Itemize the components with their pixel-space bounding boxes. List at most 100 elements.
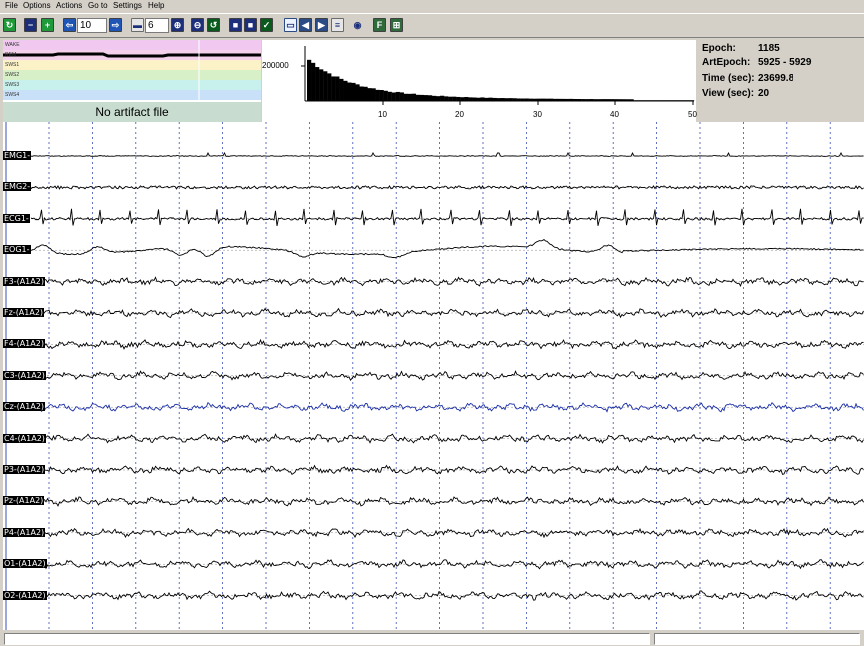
fit-icon[interactable]: F xyxy=(373,18,386,32)
hist-bar xyxy=(681,100,687,101)
view-label: View (sec): xyxy=(702,88,755,99)
hist-bar xyxy=(605,99,610,101)
stage-label-sws3: SWS3 xyxy=(5,82,20,88)
arrow-right-icon[interactable]: ⇨ xyxy=(109,18,122,32)
shrink-icon[interactable]: − xyxy=(24,18,37,32)
channel-label[interactable]: F4-(A1A2) xyxy=(3,339,45,349)
hist-bar xyxy=(685,100,691,101)
hist-bar xyxy=(307,59,312,101)
hist-bar xyxy=(565,98,570,101)
channel-label[interactable]: P4-(A1A2) xyxy=(3,527,46,537)
page-icon[interactable]: ▭ xyxy=(284,18,297,32)
hist-bar xyxy=(371,88,376,101)
channel-trace xyxy=(30,433,864,444)
arrow-left-icon[interactable]: ⇦ xyxy=(63,18,76,32)
document-icon[interactable]: ≡ xyxy=(331,18,344,32)
hist-bar xyxy=(452,96,457,101)
hist-bar xyxy=(323,71,328,101)
hist-bar xyxy=(431,95,437,101)
signal-viewer[interactable]: EMG1- EMG2- ECG1- EOG1- F3-(A1A2) Fz-(A1A2) F4… xyxy=(3,122,864,630)
hist-bar xyxy=(661,100,666,101)
hist-bar xyxy=(569,98,574,101)
prev-icon[interactable]: ◀ xyxy=(299,18,312,32)
menu-file[interactable]: File xyxy=(5,0,18,11)
hist-bar xyxy=(613,99,618,101)
epoch-value: 1185 xyxy=(758,43,780,54)
hist-bar xyxy=(427,95,433,101)
hist-bar xyxy=(476,97,481,101)
mark-icon[interactable]: ■ xyxy=(229,18,242,32)
grid-icon[interactable]: ⊞ xyxy=(390,18,403,32)
hist-bar xyxy=(419,94,425,101)
hist-bar xyxy=(403,93,408,101)
channel-label[interactable]: EMG1- xyxy=(3,151,32,160)
hist-bar xyxy=(536,98,542,101)
hist-bar xyxy=(359,86,364,101)
channel-label[interactable]: O1-(A1A2) xyxy=(3,559,47,569)
eye-icon[interactable]: ◉ xyxy=(351,18,364,32)
accept-icon[interactable]: ✓ xyxy=(260,18,273,32)
channel-label[interactable]: ECG1- xyxy=(3,213,30,223)
menu-bar: File Options Actions Go to Settings Help xyxy=(0,0,864,12)
epochs-per-page-input[interactable]: 10 xyxy=(77,18,107,33)
menu-goto[interactable]: Go to xyxy=(88,0,108,11)
hist-bar xyxy=(573,98,578,101)
hist-bar xyxy=(444,96,449,101)
time-label: Time (sec): xyxy=(702,73,755,84)
hist-bar xyxy=(673,100,679,101)
scale-down-icon[interactable]: ▬ xyxy=(131,18,144,32)
hypnogram[interactable] xyxy=(3,40,261,101)
next-icon[interactable]: ▶ xyxy=(315,18,328,32)
menu-actions[interactable]: Actions xyxy=(56,0,82,11)
hist-bar xyxy=(440,95,445,101)
hist-bar xyxy=(504,98,509,101)
channel-label[interactable]: Cz-(A1A2) xyxy=(3,402,46,412)
channel-label[interactable]: F3-(A1A2) xyxy=(3,276,45,286)
refresh-icon[interactable]: ↻ xyxy=(3,18,16,32)
menu-settings[interactable]: Settings xyxy=(113,0,142,11)
channel-label[interactable]: Fz-(A1A2) xyxy=(3,308,45,317)
stage-band xyxy=(3,80,261,90)
hist-bar xyxy=(480,97,485,101)
channel-label[interactable]: EMG2- xyxy=(3,182,32,192)
channel-label[interactable]: C4-(A1A2) xyxy=(3,433,46,443)
hist-bar xyxy=(520,98,525,101)
hist-bar xyxy=(621,99,626,101)
hist-bar xyxy=(669,100,675,101)
hist-x-tick-label: 50 xyxy=(688,110,697,119)
hist-bar xyxy=(484,97,489,101)
scale-input[interactable]: 6 xyxy=(145,18,169,33)
rotate-icon[interactable]: ↺ xyxy=(207,18,220,32)
stage-label-sws2: SWS2 xyxy=(5,72,20,78)
menu-help[interactable]: Help xyxy=(148,0,164,11)
hist-bar xyxy=(637,100,642,101)
channel-label[interactable]: Pz-(A1A2) xyxy=(3,496,45,506)
channel-label[interactable]: EOG1- xyxy=(3,245,31,255)
menu-options[interactable]: Options xyxy=(23,0,51,11)
hist-bar xyxy=(399,92,404,101)
stage-label-sws1: SWS1 xyxy=(5,62,20,68)
hist-bar xyxy=(601,99,606,101)
unmark-icon[interactable]: ■ xyxy=(244,18,257,32)
hist-bar xyxy=(593,99,598,101)
hist-bar xyxy=(496,98,501,101)
hist-bar xyxy=(327,73,332,101)
hist-bar xyxy=(556,98,562,101)
channel-label[interactable]: C3-(A1A2) xyxy=(3,370,46,380)
zoom-in-icon[interactable]: ⊕ xyxy=(171,18,184,32)
spectrum-histogram: 200000 10 20 30 40 50 xyxy=(262,40,697,122)
hist-bar xyxy=(423,95,429,101)
hist-bar xyxy=(407,93,413,101)
hist-bar xyxy=(319,69,324,101)
channel-trace xyxy=(30,151,864,157)
hist-bar xyxy=(379,90,384,101)
hist-bar xyxy=(653,100,658,101)
hist-bar xyxy=(339,78,344,101)
hist-bar xyxy=(492,97,497,101)
hist-bar xyxy=(387,91,392,101)
channel-label[interactable]: O2-(A1A2) xyxy=(3,590,47,600)
channel-label[interactable]: P3-(A1A2) xyxy=(3,465,46,474)
zoom-out-icon[interactable]: ⊖ xyxy=(191,18,204,32)
hist-bar xyxy=(363,86,368,101)
expand-icon[interactable]: + xyxy=(41,18,54,32)
